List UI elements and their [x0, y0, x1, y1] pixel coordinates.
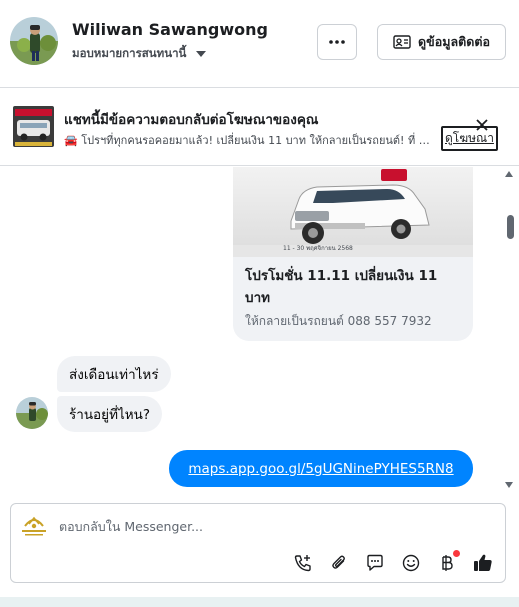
attach-file-button[interactable]: [328, 552, 350, 574]
close-icon[interactable]: [474, 117, 490, 133]
scrollbar-thumb[interactable]: [507, 215, 514, 239]
ad-card-image: 11 - 30 พฤศจิกายน 2568: [233, 167, 473, 257]
conversation-header: Wiliwan Sawangwong มอบหมายการสนทนานี้ ดู…: [0, 0, 519, 88]
saved-replies-button[interactable]: [364, 552, 386, 574]
incoming-message: ส่งเดือนเท่าไหร่: [57, 356, 171, 392]
contact-avatar-small[interactable]: [16, 397, 48, 429]
ad-card-title: โปรโมชั่น 11.11 เปลี่ยนเงิน 11 บาท: [245, 268, 438, 306]
bottom-strip: [0, 597, 519, 607]
ad-banner-subtitle: 🚘 โปรฯที่ทุกคนรอคอยมาแล้ว! เปลี่ยนเงิน 1…: [64, 134, 430, 147]
ad-reply-banner: แชทนี้มีข้อความตอบกลับต่อโฆษณาของคุณ 🚘 โ…: [0, 88, 519, 166]
emoji-icon: [402, 554, 420, 572]
ad-card-image-banner: 11 - 30 พฤศจิกายน 2568: [283, 245, 353, 252]
contact-button-label: ดูข้อมูลติดต่อ: [418, 34, 490, 49]
contact-name: Wiliwan Sawangwong: [72, 20, 268, 39]
message-thread[interactable]: 11 - 30 พฤศจิกายน 2568 โปรโมชั่น 11.11 เ…: [0, 167, 519, 497]
add-call-button[interactable]: [292, 552, 314, 574]
view-contact-info-button[interactable]: ดูข้อมูลติดต่อ: [377, 24, 506, 60]
like-button[interactable]: [472, 552, 494, 574]
outgoing-message[interactable]: maps.app.goo.gl/5gUGNinePYHES5RN8: [169, 450, 473, 487]
call-add-icon: [294, 555, 311, 572]
scroll-down-arrow-icon[interactable]: [505, 482, 513, 488]
emoji-button[interactable]: [400, 552, 422, 574]
paperclip-icon: [332, 555, 345, 569]
notification-dot: [453, 550, 460, 557]
reply-composer: [10, 503, 506, 583]
ad-card-subtitle: ให้กลายเป็นรถยนต์ 088 557 7932: [245, 314, 432, 328]
page-logo: [19, 512, 49, 538]
incoming-message: ร้านอยู่ที่ไหน?: [57, 396, 163, 432]
thumbs-up-icon: [474, 554, 492, 571]
caret-down-icon: [196, 51, 207, 57]
assign-label: มอบหมายการสนทนานี้: [72, 46, 187, 60]
ad-message-card[interactable]: 11 - 30 พฤศจิกายน 2568 โปรโมชั่น 11.11 เ…: [233, 167, 473, 341]
contact-avatar[interactable]: [10, 17, 58, 65]
scroll-up-arrow-icon[interactable]: [505, 171, 513, 177]
more-horizontal-icon: [329, 40, 345, 44]
saved-reply-icon: [367, 554, 383, 571]
map-link[interactable]: maps.app.goo.gl/5gUGNinePYHES5RN8: [188, 461, 453, 477]
contact-card-icon: [393, 35, 411, 49]
ad-banner-title: แชทนี้มีข้อความตอบกลับต่อโฆษณาของคุณ: [64, 112, 319, 128]
ad-thumbnail: [13, 106, 54, 147]
assign-conversation-dropdown[interactable]: มอบหมายการสนทนานี้: [72, 45, 207, 63]
reply-input[interactable]: [59, 515, 439, 537]
more-options-button[interactable]: [317, 24, 357, 60]
